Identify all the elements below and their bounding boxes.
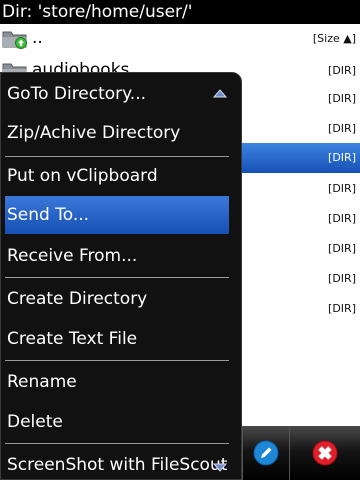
title-bar: Dir: 'store/home/user/' xyxy=(0,0,360,24)
menu-item-create-text-file[interactable]: Create Text File xyxy=(5,320,229,358)
menu-item-zip-directory[interactable]: Zip/Achive Directory xyxy=(5,114,229,152)
file-type: [DIR] xyxy=(328,92,356,105)
menu-separator xyxy=(5,360,229,361)
context-menu: GoTo Directory... Zip/Achive Directory P… xyxy=(0,72,242,480)
menu-item-label: Create Text File xyxy=(7,329,138,349)
menu-item-label: Put on vClipboard xyxy=(7,166,158,186)
file-type: [DIR] xyxy=(328,272,356,285)
triangle-down-icon[interactable] xyxy=(213,463,227,472)
menu-item-label: Receive From... xyxy=(7,246,138,266)
menu-item-label: Zip/Achive Directory xyxy=(7,123,181,143)
file-name: .. xyxy=(32,28,43,48)
triangle-up-icon[interactable] xyxy=(213,89,227,98)
menu-item-label: Rename xyxy=(7,372,77,392)
menu-item-label: ScreenShot with FileScout xyxy=(7,455,228,475)
edit-pencil-icon xyxy=(253,440,279,466)
file-type: [DIR] xyxy=(328,182,356,195)
file-type: [DIR] xyxy=(328,302,356,315)
menu-item-screenshot[interactable]: ScreenShot with FileScout xyxy=(5,446,229,479)
menu-item-receive-from[interactable]: Receive From... xyxy=(5,237,229,275)
menu-item-label: GoTo Directory... xyxy=(7,84,147,104)
menu-separator xyxy=(5,443,229,444)
file-type: [DIR] xyxy=(328,122,356,135)
folder-up-icon xyxy=(2,31,27,49)
menu-item-label: Delete xyxy=(7,412,63,432)
menu-item-rename[interactable]: Rename xyxy=(5,363,229,401)
file-type: [DIR] xyxy=(328,242,356,255)
delete-cross-icon xyxy=(312,440,338,466)
menu-item-put-on-vclipboard[interactable]: Put on vClipboard xyxy=(5,157,229,195)
file-type: [DIR] xyxy=(328,64,356,77)
menu-item-delete[interactable]: Delete xyxy=(5,403,229,441)
sort-indicator[interactable]: [Size ▲] xyxy=(313,32,356,45)
current-directory-path: Dir: 'store/home/user/' xyxy=(2,2,193,22)
menu-item-goto-directory[interactable]: GoTo Directory... xyxy=(5,75,229,113)
list-item-parent-directory[interactable]: .. [Size ▲] xyxy=(0,24,360,54)
menu-separator xyxy=(5,277,229,278)
delete-button[interactable] xyxy=(289,426,360,480)
edit-button[interactable] xyxy=(242,426,289,480)
menu-item-create-directory[interactable]: Create Directory xyxy=(5,280,229,318)
file-type: [DIR] xyxy=(328,212,356,225)
menu-item-label: Send To... xyxy=(7,205,90,225)
file-type: [DIR] xyxy=(328,151,356,164)
menu-item-label: Create Directory xyxy=(7,289,148,309)
menu-item-send-to[interactable]: Send To... xyxy=(5,196,229,234)
